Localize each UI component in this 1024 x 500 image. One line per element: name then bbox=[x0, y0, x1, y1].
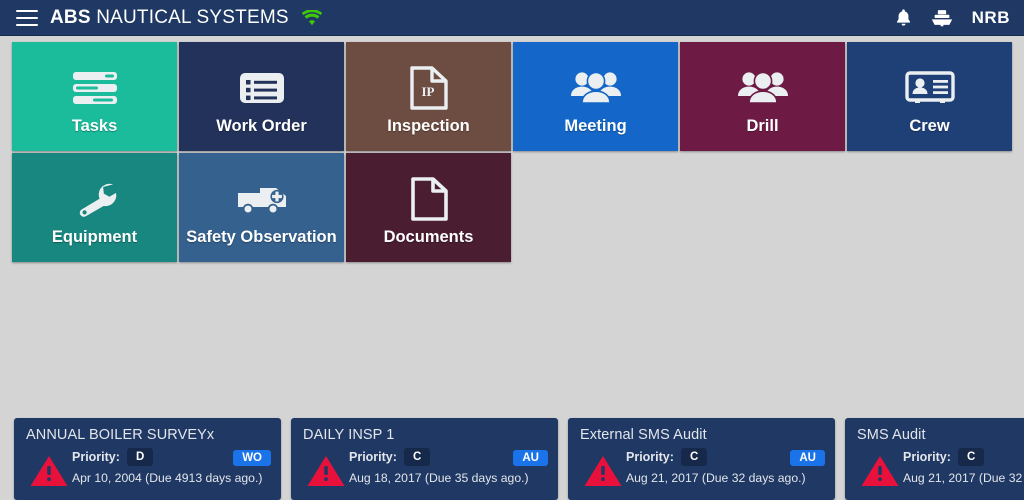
tile-label: Crew bbox=[909, 116, 950, 135]
tile-label: Meeting bbox=[564, 116, 627, 135]
hamburger-menu-icon[interactable] bbox=[16, 9, 38, 26]
alert-title: SMS Audit bbox=[857, 427, 926, 443]
inspection-icon-text: IP bbox=[421, 84, 434, 99]
tile-label: Safety Observation bbox=[186, 227, 337, 246]
alert-card[interactable]: External SMS Audit AU Priority: C Aug 21… bbox=[568, 418, 835, 500]
priority-label: Priority: bbox=[626, 450, 674, 465]
header-actions: NRB bbox=[895, 8, 1010, 28]
due-date-text: Aug 21, 2017 (Due 32 days ago.) bbox=[903, 471, 1024, 486]
due-date-text: Aug 21, 2017 (Due 32 days ago.) bbox=[626, 471, 806, 486]
tile-meeting[interactable]: Meeting bbox=[513, 42, 678, 151]
priority-badge: C bbox=[403, 448, 431, 467]
tile-safety-observation[interactable]: Safety Observation bbox=[179, 153, 344, 262]
warning-triangle-icon bbox=[580, 448, 626, 488]
brand-bold: ABS bbox=[50, 6, 91, 28]
tile-equipment[interactable]: Equipment bbox=[12, 153, 177, 262]
alert-card[interactable]: DAILY INSP 1 AU Priority: C Aug 18, 2017… bbox=[291, 418, 558, 500]
tile-label: Equipment bbox=[51, 227, 138, 246]
due-date-text: Aug 18, 2017 (Due 35 days ago.) bbox=[349, 471, 529, 486]
tile-crew[interactable]: Crew bbox=[847, 42, 1012, 151]
warning-triangle-icon bbox=[857, 448, 903, 488]
tile-label: Tasks bbox=[71, 116, 118, 135]
user-initials[interactable]: NRB bbox=[972, 8, 1010, 28]
tile-label: Inspection bbox=[387, 116, 470, 135]
priority-badge: C bbox=[957, 448, 985, 467]
alert-card-strip: ANNUAL BOILER SURVEYx WO Priority: D Apr… bbox=[14, 418, 1024, 500]
meeting-icon bbox=[569, 62, 623, 114]
priority-label: Priority: bbox=[349, 450, 397, 465]
app-title: ABS NAUTICAL SYSTEMS bbox=[50, 7, 289, 29]
priority-badge: D bbox=[126, 448, 154, 467]
inspection-icon: IP bbox=[408, 62, 450, 114]
type-badge: AU bbox=[790, 450, 825, 466]
alert-card[interactable]: SMS Audit Priority: C Aug 21, 2017 (Due … bbox=[845, 418, 1024, 500]
alert-title: External SMS Audit bbox=[580, 427, 707, 443]
priority-label: Priority: bbox=[72, 450, 120, 465]
ambulance-icon bbox=[236, 173, 288, 225]
tile-label: Documents bbox=[383, 227, 474, 246]
crew-card-icon bbox=[904, 62, 956, 114]
bell-icon[interactable] bbox=[895, 8, 912, 27]
type-badge: WO bbox=[233, 450, 271, 466]
module-tile-grid: Tasks Work Order IP Inspection Meeting D… bbox=[12, 42, 1012, 262]
app-header: ABS NAUTICAL SYSTEMS NRB bbox=[0, 0, 1024, 36]
type-badge: AU bbox=[513, 450, 548, 466]
tile-label: Work Order bbox=[216, 116, 307, 135]
ship-icon[interactable] bbox=[930, 8, 954, 27]
document-icon bbox=[408, 173, 450, 225]
app-root: ABS NAUTICAL SYSTEMS NRB Tasks Work Orde… bbox=[0, 0, 1024, 500]
alert-title: DAILY INSP 1 bbox=[303, 427, 395, 443]
work-order-icon bbox=[238, 62, 286, 114]
tile-inspection[interactable]: IP Inspection bbox=[346, 42, 511, 151]
warning-triangle-icon bbox=[26, 448, 72, 488]
priority-label: Priority: bbox=[903, 450, 951, 465]
tile-label: Drill bbox=[746, 116, 779, 135]
warning-triangle-icon bbox=[303, 448, 349, 488]
wifi-icon bbox=[301, 9, 323, 26]
wrench-icon bbox=[71, 173, 119, 225]
tile-work-order[interactable]: Work Order bbox=[179, 42, 344, 151]
task-list-icon bbox=[69, 62, 121, 114]
tile-drill[interactable]: Drill bbox=[680, 42, 845, 151]
drill-icon bbox=[736, 62, 790, 114]
tile-documents[interactable]: Documents bbox=[346, 153, 511, 262]
due-date-text: Apr 10, 2004 (Due 4913 days ago.) bbox=[72, 471, 263, 486]
brand-rest: NAUTICAL SYSTEMS bbox=[96, 6, 289, 28]
alert-card[interactable]: ANNUAL BOILER SURVEYx WO Priority: D Apr… bbox=[14, 418, 281, 500]
tile-tasks[interactable]: Tasks bbox=[12, 42, 177, 151]
alert-title: ANNUAL BOILER SURVEYx bbox=[26, 427, 215, 443]
priority-badge: C bbox=[680, 448, 708, 467]
